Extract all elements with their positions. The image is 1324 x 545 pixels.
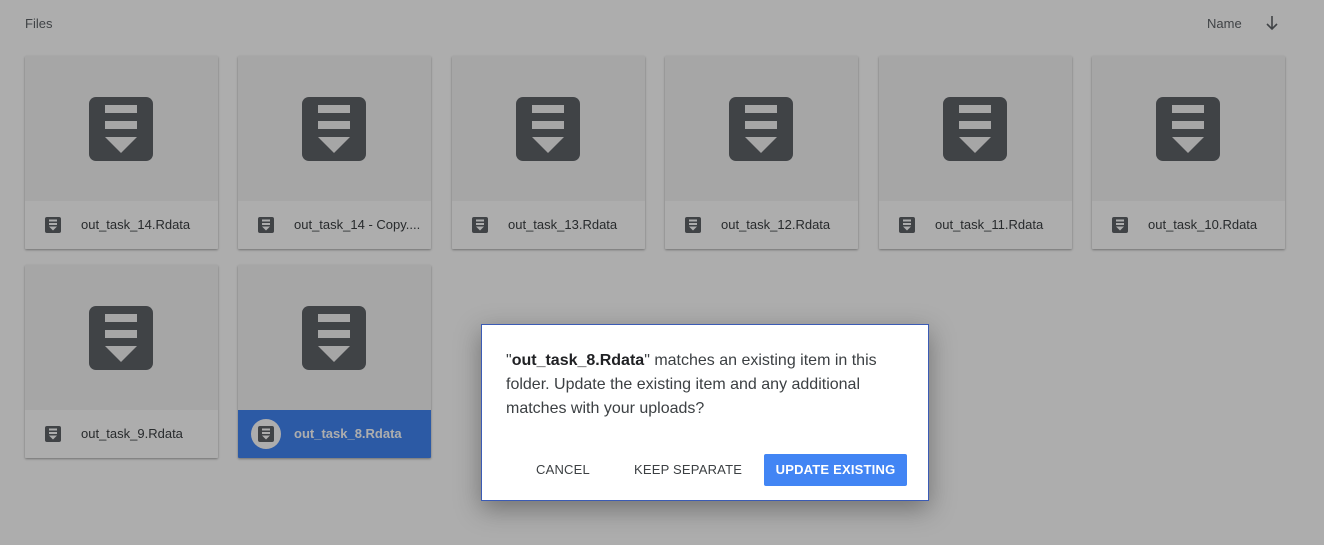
- dialog-message: "out_task_8.Rdata" matches an existing i…: [506, 349, 906, 421]
- keep-separate-button[interactable]: KEEP SEPARATE: [618, 454, 758, 486]
- update-existing-button[interactable]: UPDATE EXISTING: [764, 454, 907, 486]
- dialog-filename: out_task_8.Rdata: [511, 352, 645, 369]
- update-existing-dialog: "out_task_8.Rdata" matches an existing i…: [481, 324, 929, 501]
- cancel-button[interactable]: CANCEL: [520, 454, 606, 486]
